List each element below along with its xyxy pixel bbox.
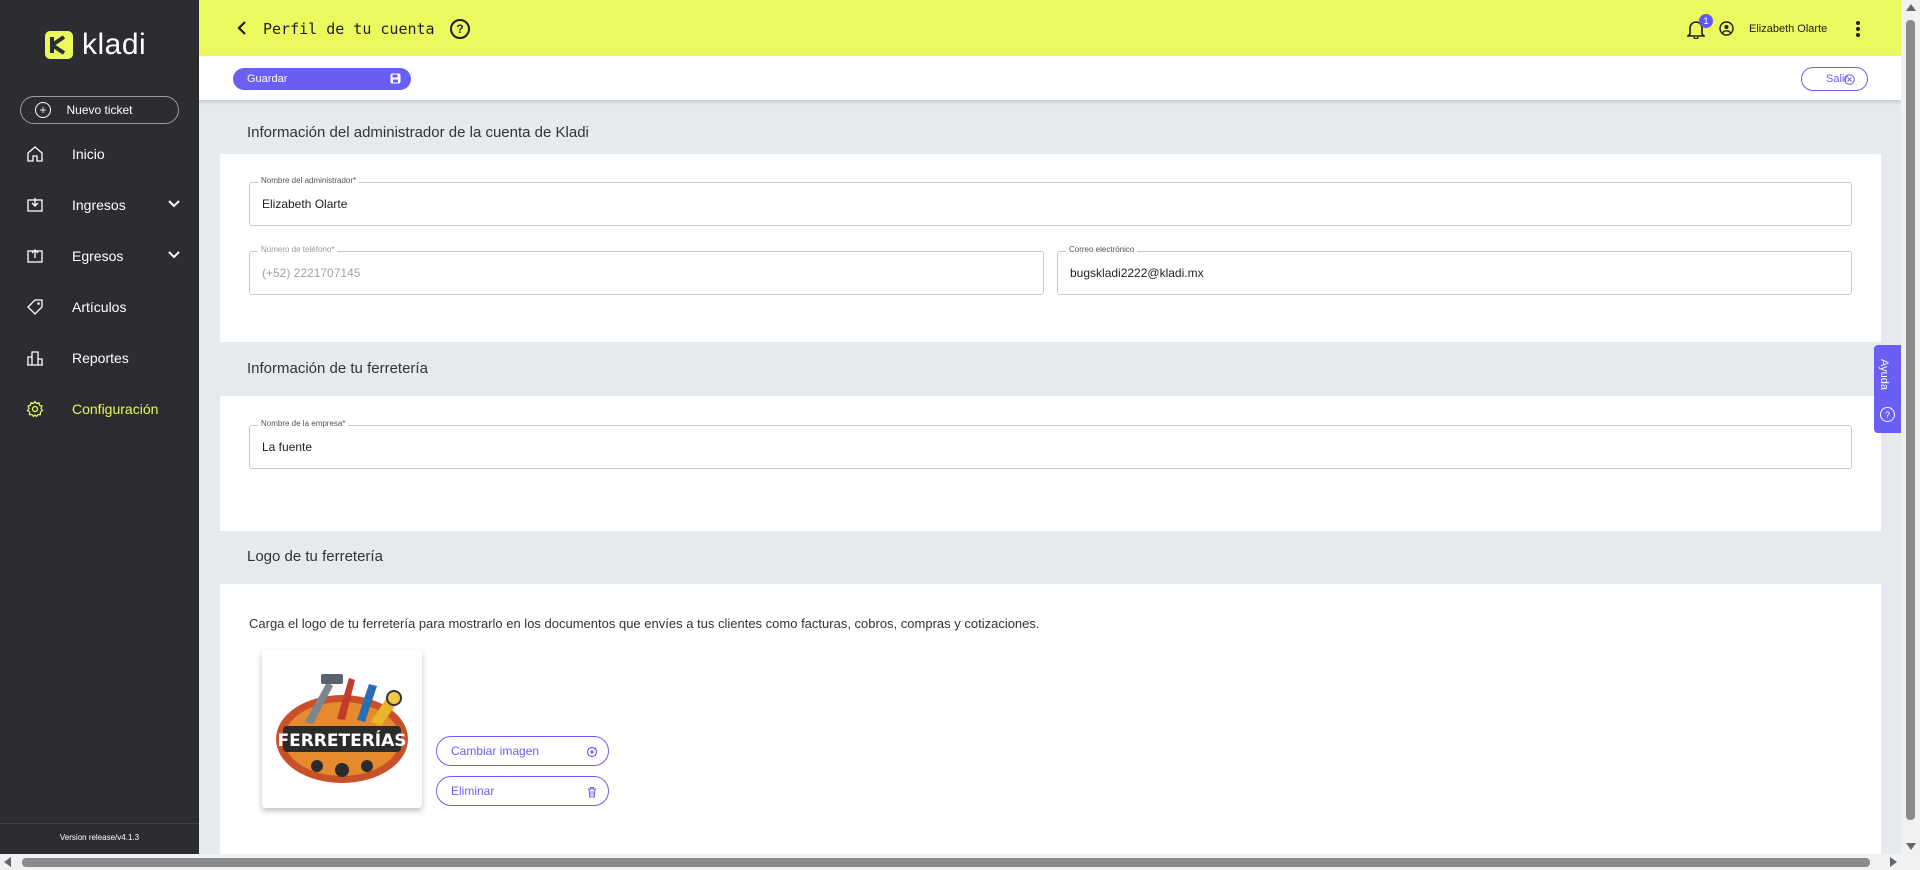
phone-label: Número de teléfono*: [258, 245, 338, 254]
phone-field[interactable]: Número de teléfono* (+52) 2221707145: [249, 245, 1044, 295]
sidebar-item-ingresos[interactable]: Ingresos: [0, 179, 199, 230]
horizontal-scrollbar[interactable]: [0, 854, 1920, 870]
company-name-value: La fuente: [262, 440, 313, 454]
sidebar-nav: Inicio Ingresos Egresos Artículos Report…: [0, 128, 199, 434]
scroll-down-arrow-icon[interactable]: [1906, 843, 1916, 850]
page-title: Perfil de tu cuenta: [263, 20, 435, 38]
user-icon[interactable]: [1719, 21, 1734, 36]
scroll-right-arrow-icon[interactable]: [1890, 857, 1897, 867]
logo-description: Carga el logo de tu ferretería para most…: [249, 616, 1040, 631]
admin-section-title: Información del administrador de la cuen…: [247, 124, 589, 141]
change-image-label: Cambiar imagen: [451, 744, 540, 758]
sidebar-item-inicio[interactable]: Inicio: [0, 128, 199, 179]
save-icon: [390, 73, 401, 84]
change-image-button[interactable]: Cambiar imagen: [436, 736, 609, 766]
plus-icon: +: [35, 102, 51, 118]
sidebar-item-label: Ingresos: [72, 196, 126, 213]
sidebar-item-label: Inicio: [72, 145, 105, 162]
exit-button[interactable]: Salir: [1801, 67, 1868, 91]
top-bar: Perfil de tu cuenta ? 1 Elizabeth Olarte: [199, 0, 1901, 56]
chevron-down-icon: [168, 200, 180, 208]
more-options-icon[interactable]: [1855, 20, 1861, 38]
tag-icon: [27, 298, 43, 315]
sidebar-item-reportes[interactable]: Reportes: [0, 332, 199, 383]
refresh-image-icon: [586, 746, 598, 758]
phone-placeholder: (+52) 2221707145: [262, 266, 361, 280]
logo-section-title: Logo de tu ferretería: [247, 548, 383, 565]
ferreterias-logo-icon: FERRETERÍAS: [276, 674, 408, 783]
kladi-logo-icon: [45, 31, 73, 59]
sidebar-item-label: Reportes: [72, 349, 129, 366]
logo-text: FERRETERÍAS: [277, 729, 406, 751]
admin-name-label: Nombre del administrador*: [258, 176, 360, 185]
help-icon[interactable]: ?: [450, 19, 470, 39]
company-name-field[interactable]: Nombre de la empresa* La fuente: [249, 419, 1852, 469]
brand-name: kladi: [82, 28, 147, 61]
chevron-down-icon: [168, 251, 180, 259]
gear-icon: [26, 400, 44, 417]
expense-icon: [27, 248, 43, 263]
question-icon: ?: [1880, 407, 1895, 422]
vertical-scroll-thumb[interactable]: [1906, 20, 1915, 820]
store-logo-image: FERRETERÍAS: [262, 650, 422, 808]
save-button-label: Guardar: [247, 73, 288, 85]
new-ticket-button[interactable]: + Nuevo ticket: [20, 96, 179, 124]
email-label: Correo electrónico: [1066, 245, 1138, 254]
scroll-left-arrow-icon[interactable]: [4, 857, 11, 867]
sidebar-item-label: Configuración: [72, 400, 159, 417]
home-icon: [27, 145, 43, 162]
reports-icon: [27, 350, 43, 366]
delete-image-button[interactable]: Eliminar: [436, 776, 609, 806]
close-circle-icon: [1844, 74, 1855, 85]
sidebar: kladi + Nuevo ticket Inicio Ingresos Egr…: [0, 0, 199, 854]
vertical-scrollbar[interactable]: [1901, 0, 1920, 854]
scroll-up-arrow-icon[interactable]: [1906, 4, 1916, 11]
sidebar-item-configuracion[interactable]: Configuración: [0, 383, 199, 434]
store-card: Nombre de la empresa* La fuente: [220, 396, 1881, 531]
help-tab[interactable]: Ayuda ?: [1874, 345, 1901, 433]
admin-name-value: Elizabeth Olarte: [262, 197, 348, 211]
sidebar-item-label: Egresos: [72, 247, 124, 264]
admin-name-field[interactable]: Nombre del administrador* Elizabeth Olar…: [249, 176, 1852, 226]
horizontal-scroll-thumb[interactable]: [22, 858, 1870, 867]
new-ticket-label: Nuevo ticket: [66, 103, 133, 117]
sidebar-item-egresos[interactable]: Egresos: [0, 230, 199, 281]
help-tab-label: Ayuda: [1878, 359, 1890, 390]
delete-image-label: Eliminar: [451, 784, 495, 798]
company-name-label: Nombre de la empresa*: [258, 419, 349, 428]
sidebar-item-label: Artículos: [72, 298, 127, 315]
email-value: bugskladi2222@kladi.mx: [1070, 266, 1204, 280]
back-arrow-icon[interactable]: [235, 20, 249, 36]
sidebar-divider: [0, 823, 199, 824]
notification-badge: 1: [1699, 14, 1713, 28]
income-icon: [27, 197, 43, 212]
kladi-logo[interactable]: kladi: [44, 28, 146, 62]
save-button[interactable]: Guardar: [233, 68, 411, 90]
sidebar-item-articulos[interactable]: Artículos: [0, 281, 199, 332]
store-section-title: Información de tu ferretería: [247, 360, 428, 377]
trash-icon: [588, 786, 596, 798]
user-name[interactable]: Elizabeth Olarte: [1749, 23, 1827, 35]
email-field[interactable]: Correo electrónico bugskladi2222@kladi.m…: [1057, 245, 1852, 295]
version-label: Version release/v4.1.3: [59, 833, 140, 842]
action-bar: Guardar Salir: [199, 56, 1901, 100]
admin-card: Nombre del administrador* Elizabeth Olar…: [220, 154, 1881, 342]
